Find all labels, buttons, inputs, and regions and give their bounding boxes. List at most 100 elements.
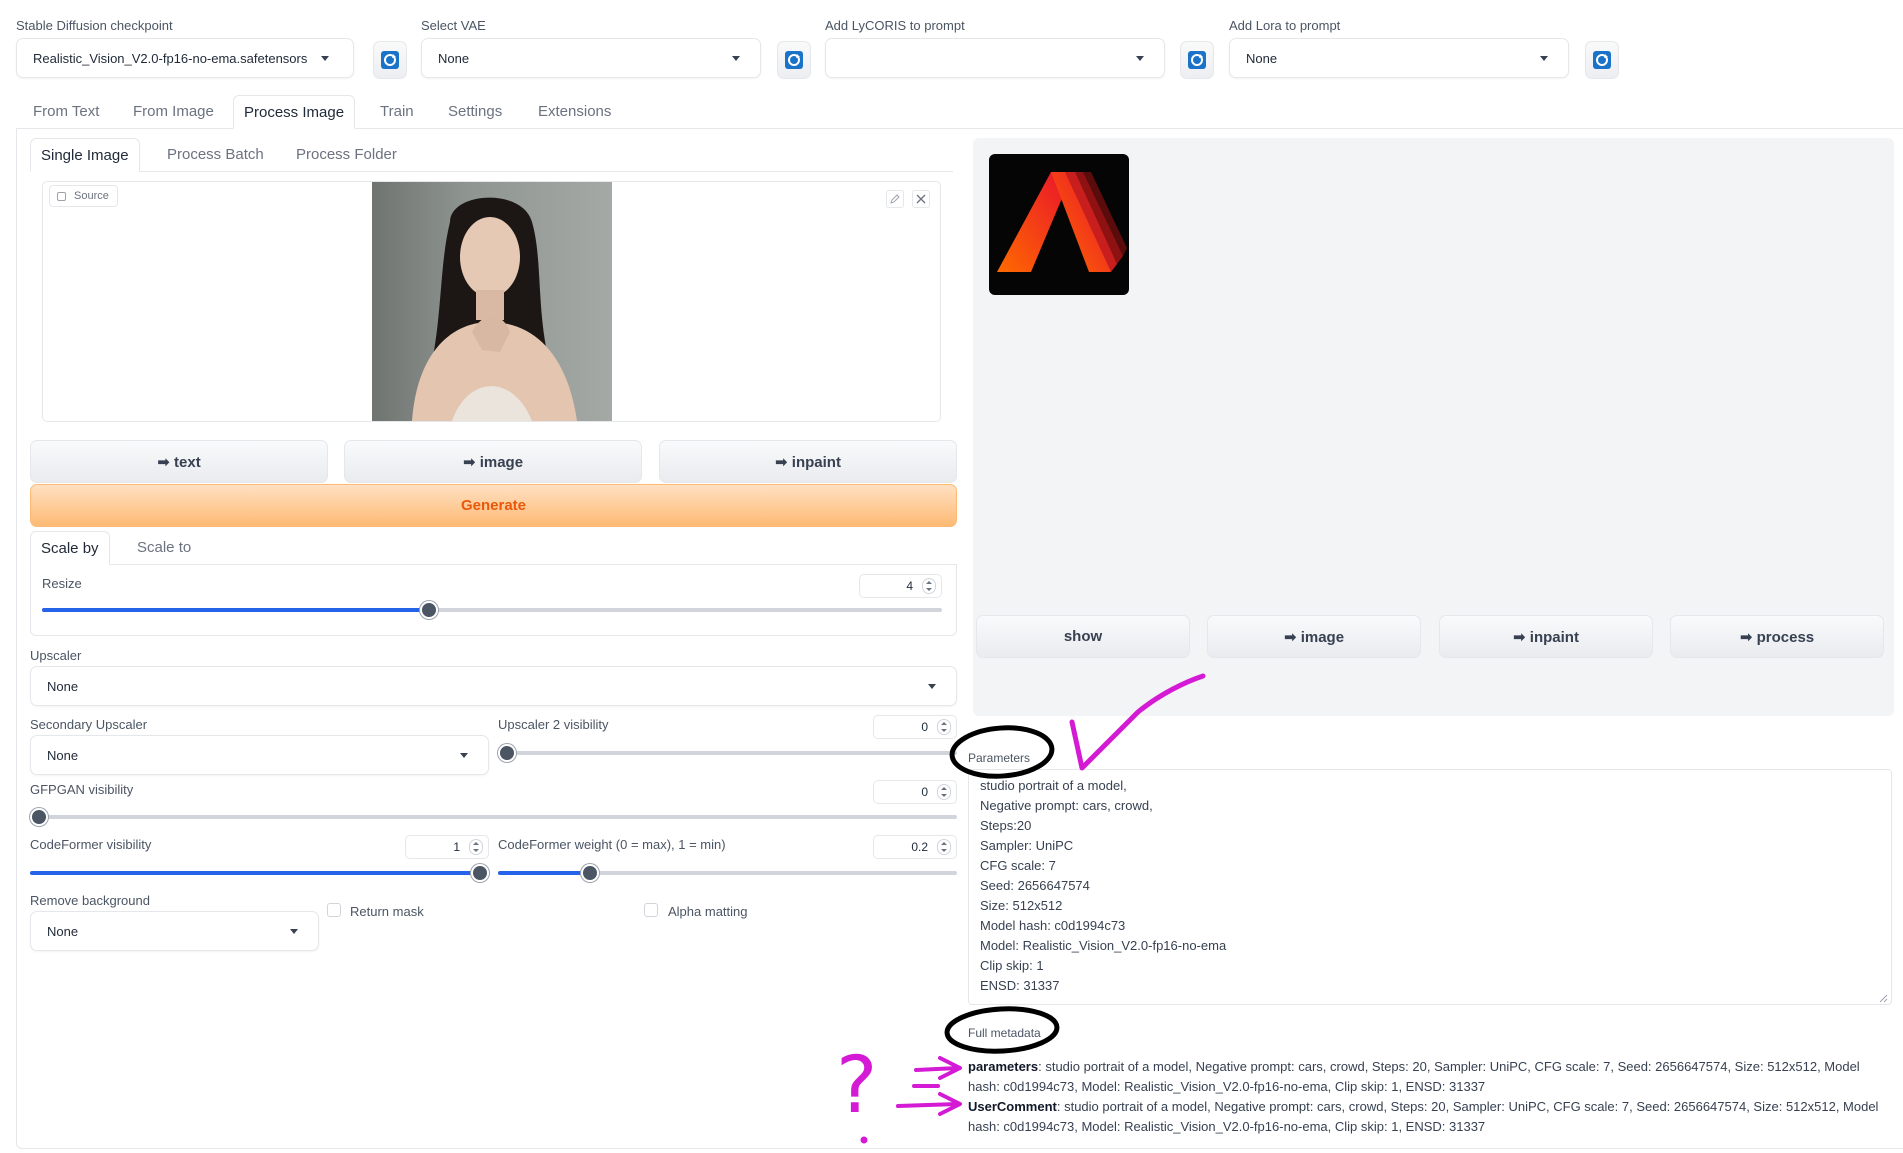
full-metadata-label: Full metadata bbox=[968, 1026, 1041, 1040]
alpha-matting-checkbox[interactable] bbox=[644, 903, 658, 917]
codeformer-visibility-input[interactable]: 1 bbox=[405, 835, 489, 859]
codeformer-weight-label: CodeFormer weight (0 = max), 1 = min) bbox=[498, 837, 726, 852]
parameters-line: ENSD: 31337 bbox=[980, 978, 1060, 993]
refresh-icon bbox=[785, 51, 803, 69]
slider-thumb[interactable] bbox=[498, 744, 516, 762]
secondary-upscaler-dropdown[interactable]: None bbox=[30, 735, 489, 775]
tab-process-image[interactable]: Process Image bbox=[233, 95, 356, 129]
tab-process-folder[interactable]: Process Folder bbox=[286, 138, 407, 172]
metadata-parameters-value: : studio portrait of a model, Negative p… bbox=[968, 1059, 1860, 1094]
show-button[interactable]: show bbox=[976, 615, 1190, 658]
upscaler-dropdown[interactable]: None bbox=[30, 666, 957, 706]
checkpoint-value: Realistic_Vision_V2.0-fp16-no-ema.safete… bbox=[33, 50, 308, 66]
gfpgan-visibility-slider[interactable] bbox=[30, 808, 957, 826]
chevron-down-icon bbox=[290, 929, 298, 934]
slider-thumb[interactable] bbox=[471, 864, 489, 882]
slider-thumb[interactable] bbox=[30, 808, 48, 826]
tab-extensions[interactable]: Extensions bbox=[528, 95, 621, 129]
image-icon bbox=[57, 192, 66, 201]
codeformer-visibility-slider[interactable] bbox=[30, 864, 489, 882]
tab-from-image[interactable]: From Image bbox=[123, 95, 224, 129]
resize-label: Resize bbox=[42, 576, 82, 591]
send-output-to-image-button[interactable]: ➡ image bbox=[1207, 615, 1421, 658]
return-mask-checkbox[interactable] bbox=[327, 903, 341, 917]
stepper-icon bbox=[469, 839, 483, 855]
send-output-to-process-button[interactable]: ➡ process bbox=[1670, 615, 1884, 658]
refresh-icon bbox=[381, 51, 399, 69]
gfpgan-visibility-input[interactable]: 0 bbox=[873, 780, 957, 804]
resize-value: 4 bbox=[906, 579, 913, 593]
parameters-line: Sampler: UniPC bbox=[980, 838, 1074, 853]
chevron-down-icon bbox=[1540, 56, 1548, 61]
resize-handle-icon[interactable] bbox=[1878, 991, 1888, 1003]
upscaler-label: Upscaler bbox=[30, 648, 82, 663]
stepper-icon bbox=[922, 578, 936, 594]
send-to-image-button[interactable]: ➡ image bbox=[344, 440, 642, 483]
parameters-line: Seed: 2656647574 bbox=[980, 878, 1090, 893]
metadata-usercomment: UserComment: studio portrait of a model,… bbox=[968, 1097, 1888, 1137]
metadata-parameters-key: parameters bbox=[968, 1059, 1039, 1074]
output-thumbnail[interactable] bbox=[989, 154, 1129, 295]
chevron-down-icon bbox=[460, 753, 468, 758]
vae-refresh-button[interactable] bbox=[777, 41, 811, 79]
portrait-image bbox=[412, 197, 577, 421]
upscaler2-visibility-value: 0 bbox=[921, 720, 928, 734]
codeformer-weight-slider[interactable] bbox=[498, 864, 957, 882]
tab-train[interactable]: Train bbox=[370, 95, 424, 129]
lycoris-dropdown[interactable] bbox=[825, 38, 1165, 78]
upscaler2-visibility-label: Upscaler 2 visibility bbox=[498, 717, 609, 732]
gfpgan-visibility-label: GFPGAN visibility bbox=[30, 782, 134, 797]
codeformer-weight-input[interactable]: 0.2 bbox=[873, 835, 957, 859]
lora-value: None bbox=[1246, 50, 1278, 66]
clear-button[interactable] bbox=[912, 190, 930, 208]
metadata-usercomment-value: : studio portrait of a model, Negative p… bbox=[968, 1099, 1879, 1134]
resize-slider[interactable] bbox=[42, 601, 942, 619]
parameters-line: Model: Realistic_Vision_V2.0-fp16-no-ema bbox=[980, 938, 1227, 953]
lora-dropdown[interactable]: None bbox=[1229, 38, 1569, 78]
sub-tab-divider bbox=[30, 171, 953, 172]
parameters-line: studio portrait of a model, bbox=[980, 778, 1127, 793]
checkpoint-dropdown[interactable]: Realistic_Vision_V2.0-fp16-no-ema.safete… bbox=[16, 38, 354, 78]
send-output-to-inpaint-button[interactable]: ➡ inpaint bbox=[1439, 615, 1653, 658]
stepper-icon bbox=[937, 839, 951, 855]
lycoris-refresh-button[interactable] bbox=[1180, 41, 1214, 79]
refresh-icon bbox=[1188, 51, 1206, 69]
upscaler-value: None bbox=[47, 678, 79, 694]
stepper-icon bbox=[937, 719, 951, 735]
alpha-matting-label: Alpha matting bbox=[668, 904, 748, 919]
gfpgan-visibility-value: 0 bbox=[921, 785, 928, 799]
source-photo bbox=[372, 182, 612, 421]
parameters-line: Clip skip: 1 bbox=[980, 958, 1044, 973]
tab-scale-by[interactable]: Scale by bbox=[30, 531, 110, 565]
vae-dropdown[interactable]: None bbox=[421, 38, 761, 78]
lycoris-label: Add LyCORIS to prompt bbox=[825, 18, 965, 33]
slider-thumb[interactable] bbox=[420, 601, 438, 619]
source-label: Source bbox=[74, 190, 109, 202]
remove-background-dropdown[interactable]: None bbox=[30, 911, 319, 951]
resize-number-input[interactable]: 4 bbox=[859, 574, 942, 598]
chevron-down-icon bbox=[928, 684, 936, 689]
lora-label: Add Lora to prompt bbox=[1229, 18, 1341, 33]
parameters-line: Model hash: c0d1994c73 bbox=[980, 918, 1126, 933]
checkpoint-refresh-button[interactable] bbox=[373, 41, 407, 79]
send-to-text-button[interactable]: ➡ text bbox=[30, 440, 328, 483]
parameters-label: Parameters bbox=[968, 751, 1031, 765]
upscaler2-visibility-input[interactable]: 0 bbox=[873, 715, 957, 739]
app-logo-icon bbox=[997, 172, 1127, 272]
checkpoint-label: Stable Diffusion checkpoint bbox=[16, 18, 173, 33]
tab-settings[interactable]: Settings bbox=[438, 95, 512, 129]
edit-button[interactable] bbox=[886, 190, 904, 208]
tab-from-text[interactable]: From Text bbox=[23, 95, 109, 129]
send-to-inpaint-button[interactable]: ➡ inpaint bbox=[659, 440, 957, 483]
slider-thumb[interactable] bbox=[580, 864, 599, 882]
generate-button[interactable]: Generate bbox=[30, 484, 957, 527]
lora-refresh-button[interactable] bbox=[1585, 41, 1619, 79]
upscaler2-visibility-slider[interactable] bbox=[498, 744, 957, 762]
vae-value: None bbox=[438, 50, 470, 66]
chevron-down-icon bbox=[321, 55, 330, 61]
tab-process-batch[interactable]: Process Batch bbox=[157, 138, 274, 172]
source-image-box[interactable]: Source bbox=[42, 181, 941, 422]
tab-scale-to[interactable]: Scale to bbox=[127, 531, 201, 565]
tab-single-image[interactable]: Single Image bbox=[30, 138, 140, 172]
pencil-icon bbox=[890, 194, 900, 204]
